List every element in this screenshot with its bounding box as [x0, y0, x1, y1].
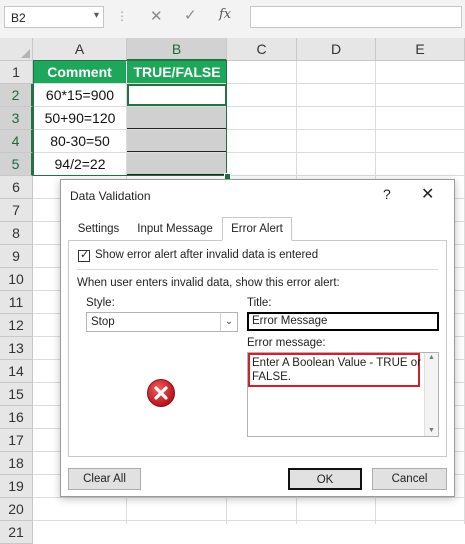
- style-dropdown[interactable]: Stop ⌄: [86, 312, 238, 332]
- row-header-11[interactable]: 11: [0, 291, 33, 314]
- comment-cell[interactable]: 60*15=900: [33, 84, 127, 106]
- name-box[interactable]: B2 ▾: [4, 6, 104, 28]
- row-header-7[interactable]: 7: [0, 199, 33, 222]
- scroll-down-icon[interactable]: ▼: [428, 427, 435, 434]
- result-cell-active[interactable]: [127, 84, 227, 106]
- column-header-a[interactable]: A: [33, 38, 127, 61]
- title-input[interactable]: Error Message: [247, 312, 439, 331]
- row-header-13[interactable]: 13: [0, 337, 33, 360]
- style-label: Style:: [86, 297, 115, 309]
- row-header-5[interactable]: 5: [0, 153, 33, 176]
- column-header-b[interactable]: B: [127, 38, 227, 61]
- result-cell[interactable]: [127, 107, 227, 129]
- tab-error-alert[interactable]: Error Alert: [222, 217, 292, 241]
- gridline: [33, 175, 465, 176]
- insert-function-icon[interactable]: fx: [219, 7, 231, 22]
- scroll-up-icon[interactable]: ▲: [428, 354, 435, 361]
- row-header-6[interactable]: 6: [0, 176, 33, 199]
- help-button[interactable]: ?: [383, 186, 391, 202]
- when-invalid-label: When user enters invalid data, show this…: [77, 277, 340, 289]
- style-value: Stop: [91, 316, 115, 328]
- title-label: Title:: [247, 297, 272, 309]
- row-header-18[interactable]: 18: [0, 452, 33, 475]
- error-message-value: Enter A Boolean Value - TRUE or FALSE.: [252, 357, 421, 383]
- row-header-9[interactable]: 9: [0, 245, 33, 268]
- comment-cell[interactable]: 80-30=50: [33, 130, 127, 152]
- row-header-12[interactable]: 12: [0, 314, 33, 337]
- column-header-c[interactable]: C: [227, 38, 297, 61]
- row-header-10[interactable]: 10: [0, 268, 33, 291]
- cancel-button[interactable]: Cancel: [372, 468, 447, 490]
- select-all-corner[interactable]: [0, 38, 33, 61]
- row-header-17[interactable]: 17: [0, 429, 33, 452]
- error-message-textarea[interactable]: Enter A Boolean Value - TRUE or FALSE. ▲…: [247, 352, 439, 437]
- stop-error-icon: [147, 379, 175, 407]
- cancel-icon[interactable]: ✕: [150, 7, 163, 25]
- result-cell[interactable]: [127, 153, 227, 175]
- tab-settings[interactable]: Settings: [71, 220, 126, 240]
- dialog-title: Data Validation: [70, 189, 151, 203]
- name-box-value: B2: [11, 11, 26, 25]
- row-header-14[interactable]: 14: [0, 360, 33, 383]
- row-header-4[interactable]: 4: [0, 130, 33, 153]
- ok-button[interactable]: OK: [288, 468, 362, 490]
- formula-input[interactable]: [250, 6, 462, 28]
- comment-cell[interactable]: 94/2=22: [33, 153, 127, 175]
- column-header-e[interactable]: E: [376, 38, 465, 61]
- scrollbar[interactable]: ▲ ▼: [424, 353, 438, 436]
- divider: [77, 269, 438, 270]
- show-error-alert-checkbox[interactable]: ✓: [78, 249, 90, 262]
- checkmark-icon: ✓: [80, 249, 90, 261]
- row-header-8[interactable]: 8: [0, 222, 33, 245]
- clear-all-button[interactable]: Clear All: [68, 468, 141, 490]
- result-cell[interactable]: [127, 130, 227, 152]
- row-header-20[interactable]: 20: [0, 498, 33, 521]
- row-header-19[interactable]: 19: [0, 475, 33, 498]
- title-input-value: Error Message: [252, 315, 328, 327]
- row-header-3[interactable]: 3: [0, 107, 33, 130]
- close-button[interactable]: ✕: [421, 184, 434, 204]
- gridline: [33, 520, 465, 521]
- formula-bar: B2 ▾ ⋮ ✕ ✓ fx: [0, 0, 465, 39]
- select-all-triangle-icon: [21, 49, 30, 58]
- header-cell-true-false[interactable]: TRUE/FALSE: [127, 61, 227, 83]
- data-validation-dialog: Data Validation ? ✕ Settings Input Messa…: [60, 179, 455, 497]
- row-header-15[interactable]: 15: [0, 383, 33, 406]
- header-cell-comment[interactable]: Comment: [33, 61, 127, 83]
- row-header-16[interactable]: 16: [0, 406, 33, 429]
- error-alert-panel: ✓ Show error alert after invalid data is…: [68, 240, 447, 457]
- chevron-down-icon[interactable]: ⌄: [220, 313, 237, 331]
- column-header-d[interactable]: D: [297, 38, 376, 61]
- show-error-alert-label[interactable]: Show error alert after invalid data is e…: [95, 249, 318, 261]
- comment-cell[interactable]: 50+90=120: [33, 107, 127, 129]
- row-header-21[interactable]: 21: [0, 521, 33, 544]
- gridline: [33, 497, 465, 498]
- tab-input-message[interactable]: Input Message: [130, 220, 220, 240]
- chevron-down-icon[interactable]: ▾: [94, 10, 99, 21]
- row-header-1[interactable]: 1: [0, 61, 33, 84]
- error-message-label: Error message:: [247, 337, 326, 349]
- enter-icon[interactable]: ✓: [184, 6, 197, 24]
- more-options-icon: ⋮: [116, 9, 129, 23]
- row-header-2[interactable]: 2: [0, 84, 33, 107]
